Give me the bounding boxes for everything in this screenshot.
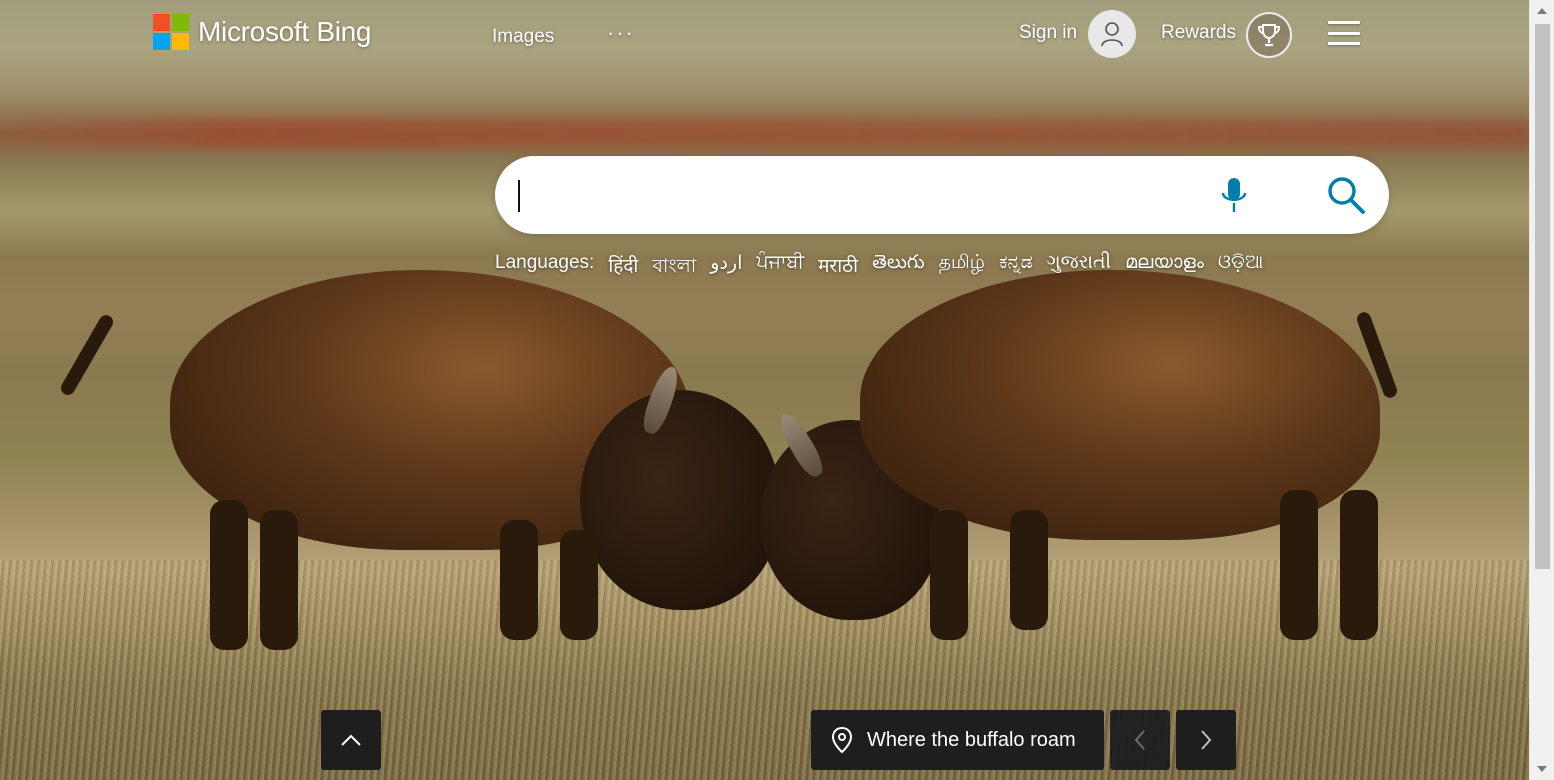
- bing-logo[interactable]: Microsoft Bing: [153, 14, 372, 50]
- hamburger-line: [1328, 31, 1360, 35]
- bison-left: [58, 260, 780, 660]
- scroll-up-arrow-icon[interactable]: [1537, 8, 1547, 14]
- nav-images-link[interactable]: Images: [492, 26, 554, 48]
- trophy-icon[interactable]: [1246, 12, 1292, 58]
- hamburger-line: [1328, 21, 1360, 24]
- brand-name: Microsoft Bing: [198, 16, 372, 47]
- language-link-urdu[interactable]: اردو: [710, 252, 742, 284]
- chevron-left-icon: [1134, 730, 1145, 750]
- language-link-hindi[interactable]: हिंदी: [608, 252, 638, 284]
- logo-square-green: [172, 14, 189, 31]
- logo-square-yellow: [172, 33, 189, 50]
- microphone-icon[interactable]: [1218, 176, 1250, 216]
- location-pin-icon: [831, 726, 853, 754]
- language-link-bangla[interactable]: বাংলা: [652, 252, 696, 284]
- languages-bar: Languages: हिंदी বাংলা اردو ਪੰਜਾਬੀ मराठी…: [495, 252, 1263, 284]
- previous-image-button[interactable]: [1110, 710, 1170, 770]
- language-link-tamil[interactable]: தமிழ்: [939, 252, 985, 284]
- hamburger-line: [1328, 42, 1360, 45]
- scrollbar-thumb[interactable]: [1535, 24, 1550, 569]
- chevron-right-icon: [1201, 730, 1212, 750]
- language-link-marathi[interactable]: मराठी: [818, 252, 858, 284]
- scroll-down-arrow-icon[interactable]: [1537, 766, 1547, 772]
- microsoft-logo-icon: [153, 14, 189, 50]
- next-image-button[interactable]: [1176, 710, 1236, 770]
- person-icon[interactable]: [1088, 10, 1136, 58]
- page-scrollbar[interactable]: [1529, 0, 1554, 780]
- logo-square-red: [153, 14, 170, 31]
- search-icon[interactable]: [1325, 174, 1367, 216]
- languages-label: Languages:: [495, 252, 595, 273]
- trophy-icon-svg: [1257, 24, 1281, 47]
- text-caret: [518, 180, 520, 212]
- language-link-gujarati[interactable]: ગુજરાતી: [1047, 252, 1111, 284]
- sign-in-link[interactable]: Sign in: [1019, 22, 1077, 44]
- language-link-malayalam[interactable]: മലയാളം: [1125, 252, 1204, 284]
- background-field-band: [0, 118, 1529, 148]
- search-box: [495, 156, 1389, 234]
- language-link-telugu[interactable]: తెలుగు: [872, 252, 924, 284]
- logo-square-blue: [153, 33, 170, 50]
- chevron-up-icon: [341, 734, 361, 746]
- person-icon-svg: [1101, 22, 1123, 47]
- image-caption-text: Where the buffalo roam: [867, 728, 1076, 751]
- language-link-kannada[interactable]: ಕನ್ನಡ: [999, 252, 1033, 284]
- image-caption-button[interactable]: Where the buffalo roam: [811, 710, 1104, 770]
- language-link-punjabi[interactable]: ਪੰਜਾਬੀ: [756, 252, 804, 284]
- nav-more-button[interactable]: ···: [607, 20, 635, 46]
- rewards-link[interactable]: Rewards: [1161, 22, 1236, 44]
- search-icon-svg: [1328, 177, 1365, 214]
- language-link-odia[interactable]: ଓଡ଼ିଆ: [1218, 252, 1264, 284]
- hamburger-icon[interactable]: [1328, 21, 1360, 45]
- microphone-icon-svg: [1221, 178, 1247, 212]
- background-image: [0, 0, 1529, 780]
- bison-right: [760, 270, 1420, 650]
- search-input[interactable]: [515, 175, 1195, 215]
- scroll-up-button[interactable]: [321, 710, 381, 770]
